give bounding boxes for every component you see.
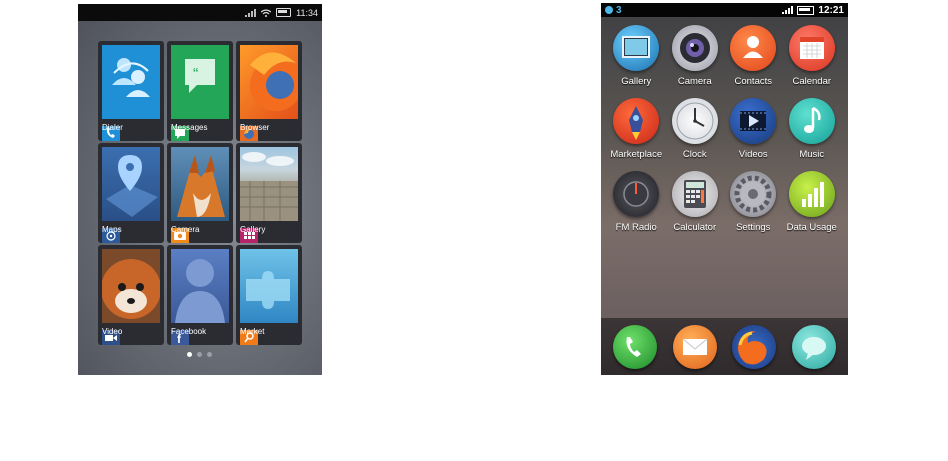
- app-label: Calendar: [792, 76, 832, 87]
- app-label: Contacts: [734, 76, 773, 87]
- app-videos[interactable]: Videos: [724, 96, 783, 169]
- fox-photo: [171, 147, 229, 221]
- tile-label: Market: [240, 327, 265, 336]
- camera-icon: [671, 25, 718, 71]
- fm-radio-icon: [613, 171, 660, 217]
- status-time: 11:34: [296, 7, 318, 18]
- app-label: Videos: [738, 149, 768, 160]
- left-phone-screen: 11:34 Dialer “ Messages Browser Maps Cam…: [78, 4, 322, 375]
- notification-indicator[interactable]: 3: [605, 5, 622, 16]
- tile-label: Dialer: [102, 123, 123, 132]
- tile-dialer[interactable]: Dialer: [98, 41, 164, 141]
- page-dot: [197, 352, 202, 357]
- page-indicator[interactable]: [187, 352, 212, 357]
- tile-messages[interactable]: “ Messages: [167, 41, 233, 141]
- status-bar: 11:34: [78, 4, 322, 21]
- app-music[interactable]: Music: [783, 96, 842, 169]
- messages-icon[interactable]: [792, 324, 837, 369]
- videos-icon: [730, 98, 777, 144]
- app-label: Gallery: [621, 76, 652, 87]
- city-photo: [240, 147, 298, 221]
- gallery-icon: [613, 25, 660, 71]
- right-phone-screen: 3 12:21 Gallery Camera Contacts Calendar…: [601, 3, 848, 375]
- firefox-art: [240, 45, 298, 119]
- data-usage-icon: [788, 171, 835, 217]
- app-contacts[interactable]: Contacts: [724, 23, 783, 96]
- app-label: Camera: [677, 76, 712, 87]
- tile-label: Camera: [171, 225, 200, 234]
- tile-facebook[interactable]: f Facebook: [167, 245, 233, 345]
- app-label: FM Radio: [615, 222, 657, 233]
- calendar-icon: [788, 25, 835, 71]
- settings-gear-icon: [730, 171, 777, 217]
- app-marketplace[interactable]: Marketplace: [607, 96, 666, 169]
- calculator-icon: [671, 171, 718, 217]
- tile-label: Facebook: [171, 327, 207, 336]
- app-calendar[interactable]: Calendar: [783, 23, 842, 96]
- app-label: Clock: [682, 149, 707, 160]
- clock-icon: [671, 98, 718, 144]
- tile-maps[interactable]: Maps: [98, 143, 164, 243]
- page-dot-active: [187, 352, 192, 357]
- wifi-icon: [260, 8, 272, 17]
- battery-icon: [276, 8, 292, 17]
- signal-icon: [245, 8, 257, 17]
- app-label: Marketplace: [610, 149, 663, 160]
- tile-market[interactable]: Market: [236, 245, 302, 345]
- app-calculator[interactable]: Calculator: [666, 169, 725, 242]
- tile-label: Browser: [240, 123, 270, 132]
- music-icon: [788, 98, 835, 144]
- app-icon-grid: Gallery Camera Contacts Calendar Marketp…: [607, 23, 841, 242]
- app-clock[interactable]: Clock: [666, 96, 725, 169]
- tile-label: Video: [102, 327, 123, 336]
- notification-count: 3: [616, 4, 622, 16]
- status-bar: 3 12:21: [601, 3, 848, 17]
- app-fm-radio[interactable]: FM Radio: [607, 169, 666, 242]
- svg-text:“: “: [193, 66, 198, 83]
- app-label: Music: [799, 149, 825, 160]
- app-label: Calculator: [673, 222, 717, 233]
- puzzle-art: [240, 249, 298, 323]
- app-label: Data Usage: [786, 222, 837, 233]
- app-camera[interactable]: Camera: [666, 23, 725, 96]
- marketplace-icon: [613, 98, 660, 144]
- page-dot: [207, 352, 212, 357]
- tile-video[interactable]: Video: [98, 245, 164, 345]
- tile-browser[interactable]: Browser: [236, 41, 302, 141]
- dock: [601, 318, 848, 375]
- signal-icon: [782, 6, 794, 14]
- email-icon[interactable]: [672, 324, 717, 369]
- app-label: Settings: [736, 222, 771, 233]
- app-tile-grid: Dialer “ Messages Browser Maps Camera Ga…: [98, 41, 302, 345]
- app-settings[interactable]: Settings: [724, 169, 783, 242]
- app-gallery[interactable]: Gallery: [607, 23, 666, 96]
- red-panda-photo: [102, 249, 160, 323]
- status-time: 12:21: [818, 4, 844, 16]
- tile-label: Gallery: [240, 225, 266, 234]
- tile-camera[interactable]: Camera: [167, 143, 233, 243]
- contacts-icon: [730, 25, 777, 71]
- profile-silhouette: [171, 249, 229, 323]
- dialer-icon: [102, 45, 160, 119]
- battery-icon: [797, 5, 815, 15]
- firefox-icon[interactable]: [732, 324, 777, 369]
- tile-label: Maps: [102, 225, 122, 234]
- app-data-usage[interactable]: Data Usage: [783, 169, 842, 242]
- phone-icon[interactable]: [612, 324, 657, 369]
- messages-icon: “: [171, 45, 229, 119]
- tile-label: Messages: [171, 123, 208, 132]
- maps-art: [102, 147, 160, 221]
- notification-icon: [605, 6, 613, 14]
- tile-gallery[interactable]: Gallery: [236, 143, 302, 243]
